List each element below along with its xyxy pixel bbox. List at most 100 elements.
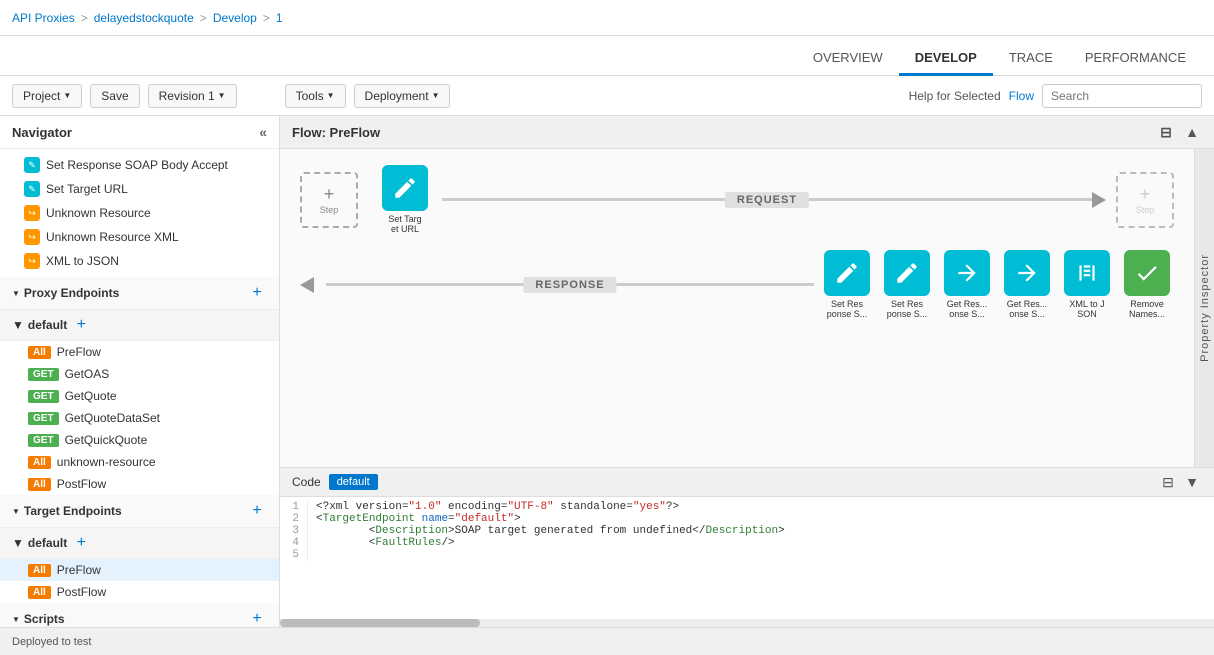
flow-header: Flow: PreFlow ⊟ ▲ bbox=[280, 116, 1214, 149]
proxy-endpoints-header[interactable]: ▼ Proxy Endpoints + bbox=[0, 277, 279, 310]
add-proxy-flow-btn[interactable]: + bbox=[71, 315, 91, 335]
add-script-btn[interactable]: + bbox=[247, 609, 267, 627]
main-layout: Navigator « ✎ Set Response SOAP Body Acc… bbox=[0, 116, 1214, 627]
status-bar: Deployed to test bbox=[0, 627, 1214, 655]
target-endpoints-header[interactable]: ▼ Target Endpoints + bbox=[0, 495, 279, 528]
toolbar: Project ▼ Save Revision 1 ▼ Tools ▼ Depl… bbox=[0, 76, 1214, 116]
deployment-button[interactable]: Deployment ▼ bbox=[354, 84, 451, 108]
breadcrumb-api-proxies[interactable]: API Proxies bbox=[12, 11, 75, 25]
request-add-step-right[interactable]: + Step bbox=[1116, 172, 1174, 228]
code-collapse-btn[interactable]: ⊟ bbox=[1158, 472, 1178, 492]
flow-expand-btn[interactable]: ▲ bbox=[1182, 122, 1202, 142]
policy-node-remove-names[interactable]: RemoveNames... bbox=[1124, 250, 1170, 319]
target-endpoint-group-default: ▼ default + All PreFlow All PostFlow bbox=[0, 528, 279, 603]
scripts-header[interactable]: ▼ Scripts + bbox=[0, 603, 279, 627]
flow-canvas: + Step Set Target URL REQUEST bbox=[280, 149, 1194, 467]
code-scrollbar-thumb[interactable] bbox=[280, 619, 480, 627]
flow-collapse-btn[interactable]: ⊟ bbox=[1156, 122, 1176, 142]
tools-button[interactable]: Tools ▼ bbox=[285, 84, 346, 108]
response-label: RESPONSE bbox=[523, 277, 616, 293]
policy-icon-edit: ✎ bbox=[24, 157, 40, 173]
code-area: Code default ⊟ ▼ 1 <?xml version="1.0" e… bbox=[280, 467, 1214, 627]
proxy-getquotedataset[interactable]: GET GetQuoteDataSet bbox=[0, 407, 279, 429]
policy-item-unknown-resource[interactable]: ↪ Unknown Resource bbox=[0, 201, 279, 225]
code-line-3: 3 <Description>SOAP target generated fro… bbox=[280, 525, 1214, 537]
sidebar-collapse-btn[interactable]: « bbox=[259, 124, 267, 140]
proxy-getquickquote[interactable]: GET GetQuickQuote bbox=[0, 429, 279, 451]
response-arrow-left bbox=[300, 277, 314, 293]
policy-icon-redirect3: ↪ bbox=[24, 253, 40, 269]
sep2: > bbox=[200, 11, 207, 25]
sidebar-header: Navigator « bbox=[0, 116, 279, 149]
request-add-step[interactable]: + Step bbox=[300, 172, 358, 228]
proxy-endpoint-group-default: ▼ default + All PreFlow GET GetOAS GET bbox=[0, 310, 279, 495]
code-line-2: 2 <TargetEndpoint name="default"> bbox=[280, 513, 1214, 525]
code-expand-btn[interactable]: ▼ bbox=[1182, 472, 1202, 492]
response-row: RESPONSE Set Response S... bbox=[280, 234, 1194, 319]
code-tab[interactable]: default bbox=[329, 474, 378, 490]
policy-icon-edit2: ✎ bbox=[24, 181, 40, 197]
target-endpoint-items: All PreFlow All PostFlow bbox=[0, 559, 279, 603]
policy-icon-redirect2: ↪ bbox=[24, 229, 40, 245]
save-button[interactable]: Save bbox=[90, 84, 139, 108]
target-default-header[interactable]: ▼ default + bbox=[0, 528, 279, 559]
proxy-default-header[interactable]: ▼ default + bbox=[0, 310, 279, 341]
add-target-endpoint-btn[interactable]: + bbox=[247, 501, 267, 521]
breadcrumb-revision: 1 bbox=[276, 11, 283, 25]
policy-item-set-response-soap[interactable]: ✎ Set Response SOAP Body Accept bbox=[0, 153, 279, 177]
policy-list: ✎ Set Response SOAP Body Accept ✎ Set Ta… bbox=[0, 149, 279, 277]
nav-tabs: OVERVIEW DEVELOP TRACE PERFORMANCE bbox=[0, 36, 1214, 76]
property-inspector[interactable]: Property Inspector bbox=[1194, 149, 1214, 467]
policy-item-unknown-resource-xml[interactable]: ↪ Unknown Resource XML bbox=[0, 225, 279, 249]
proxy-endpoint-items: All PreFlow GET GetOAS GET GetQuote GET … bbox=[0, 341, 279, 495]
target-postflow[interactable]: All PostFlow bbox=[0, 581, 279, 603]
sep1: > bbox=[81, 11, 88, 25]
policy-item-xml-to-json[interactable]: ↪ XML to JSON bbox=[0, 249, 279, 273]
proxy-endpoints-section: ▼ Proxy Endpoints + ▼ default + All PreF… bbox=[0, 277, 279, 495]
revision-button[interactable]: Revision 1 ▼ bbox=[148, 84, 237, 108]
policy-node-xml-to-json[interactable]: XML to JSON bbox=[1064, 250, 1110, 319]
target-preflow[interactable]: All PreFlow bbox=[0, 559, 279, 581]
policy-node-set-response-1[interactable]: Set Response S... bbox=[824, 250, 870, 319]
proxy-preflow[interactable]: All PreFlow bbox=[0, 341, 279, 363]
add-target-flow-btn[interactable]: + bbox=[71, 533, 91, 553]
request-row: + Step Set Target URL REQUEST bbox=[280, 149, 1194, 234]
flow-header-controls: ⊟ ▲ bbox=[1156, 122, 1202, 142]
proxy-getquote[interactable]: GET GetQuote bbox=[0, 385, 279, 407]
flow-link[interactable]: Flow bbox=[1009, 89, 1034, 103]
add-proxy-endpoint-btn[interactable]: + bbox=[247, 283, 267, 303]
breadcrumb-bar: API Proxies > delayedstockquote > Develo… bbox=[0, 0, 1214, 36]
code-line-5: 5 bbox=[280, 549, 1214, 561]
request-arrow bbox=[1092, 192, 1106, 208]
code-line-1: 1 <?xml version="1.0" encoding="UTF-8" s… bbox=[280, 501, 1214, 513]
policy-icon-redirect: ↪ bbox=[24, 205, 40, 221]
content-area: Flow: PreFlow ⊟ ▲ + Step bbox=[280, 116, 1214, 627]
help-text: Help for Selected bbox=[909, 89, 1001, 103]
policy-item-set-target-url[interactable]: ✎ Set Target URL bbox=[0, 177, 279, 201]
proxy-getoas[interactable]: GET GetOAS bbox=[0, 363, 279, 385]
code-scrollbar[interactable] bbox=[280, 619, 1214, 627]
sidebar: Navigator « ✎ Set Response SOAP Body Acc… bbox=[0, 116, 280, 627]
code-body: 1 <?xml version="1.0" encoding="UTF-8" s… bbox=[280, 497, 1214, 619]
tab-trace[interactable]: TRACE bbox=[993, 42, 1069, 76]
request-arrow-spacer: REQUEST bbox=[442, 170, 1106, 230]
policy-node-get-response-1[interactable]: Get Res...onse S... bbox=[944, 250, 990, 319]
scripts-section: ▼ Scripts + ▼ xsl 📄 remove-empty-nodes.x… bbox=[0, 603, 279, 627]
request-label: REQUEST bbox=[725, 192, 809, 208]
code-line-4: 4 <FaultRules/> bbox=[280, 537, 1214, 549]
breadcrumb-develop[interactable]: Develop bbox=[213, 11, 257, 25]
tab-performance[interactable]: PERFORMANCE bbox=[1069, 42, 1202, 76]
target-endpoints-section: ▼ Target Endpoints + ▼ default + All Pre… bbox=[0, 495, 279, 603]
breadcrumb-proxy-name[interactable]: delayedstockquote bbox=[94, 11, 194, 25]
policy-node-set-response-2[interactable]: Set Response S... bbox=[884, 250, 930, 319]
proxy-postflow[interactable]: All PostFlow bbox=[0, 473, 279, 495]
project-button[interactable]: Project ▼ bbox=[12, 84, 82, 108]
policy-node-get-response-2[interactable]: Get Res...onse S... bbox=[1004, 250, 1050, 319]
policy-node-set-target-url[interactable]: Set Target URL bbox=[382, 165, 428, 234]
sep3: > bbox=[263, 11, 270, 25]
tab-develop[interactable]: DEVELOP bbox=[899, 42, 993, 76]
code-header: Code default ⊟ ▼ bbox=[280, 468, 1214, 497]
search-input[interactable] bbox=[1042, 84, 1202, 108]
proxy-unknown-resource[interactable]: All unknown-resource bbox=[0, 451, 279, 473]
tab-overview[interactable]: OVERVIEW bbox=[797, 42, 899, 76]
